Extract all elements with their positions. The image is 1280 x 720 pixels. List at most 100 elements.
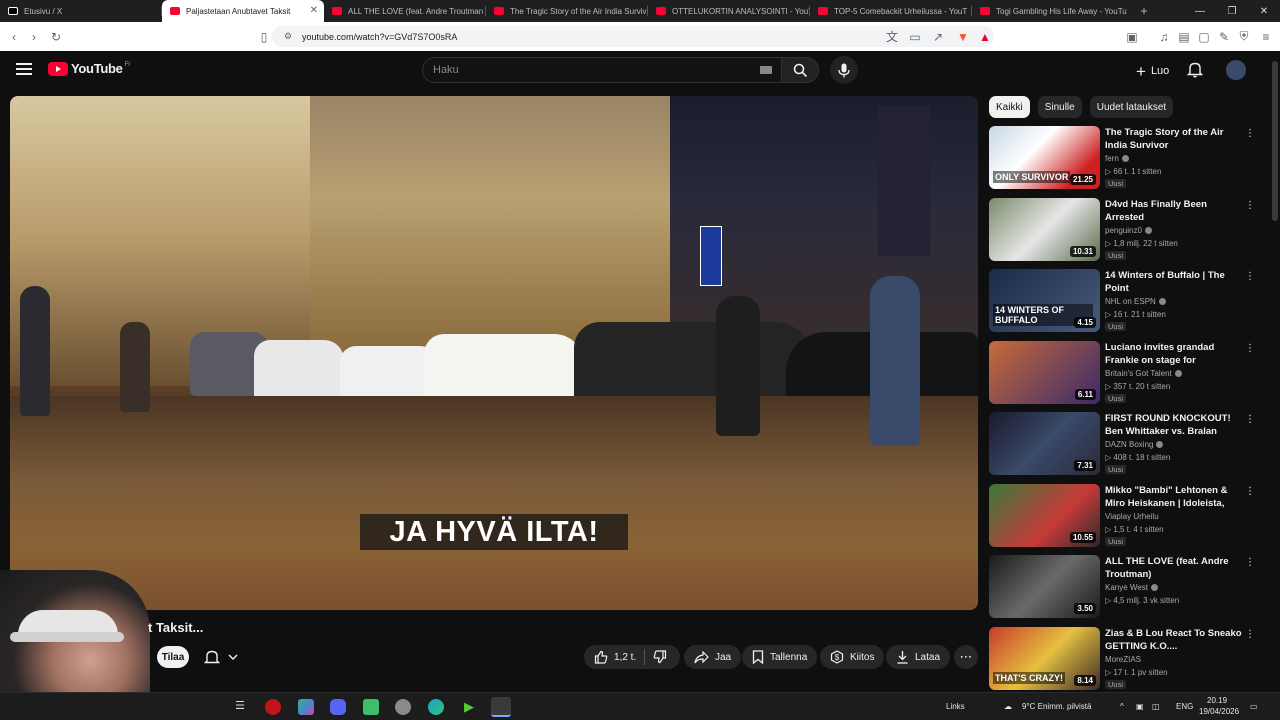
chip-for-you[interactable]: Sinulle bbox=[1037, 96, 1082, 118]
chip-new-uploads[interactable]: Uudet lataukset bbox=[1089, 96, 1174, 118]
browser-tab[interactable]: The Tragic Story of the Air India Surviv bbox=[486, 0, 648, 22]
back-icon[interactable]: ‹ bbox=[4, 27, 24, 47]
video-thumbnail[interactable]: 7.31 bbox=[989, 412, 1100, 475]
recommendation-title[interactable]: Mikko "Bambi" Lehtonen & Miro Heiskanen … bbox=[1105, 484, 1243, 510]
channel-name[interactable]: fern bbox=[1105, 154, 1129, 163]
recommendation-title[interactable]: Luciano invites grandad Frankie on stage… bbox=[1105, 341, 1243, 367]
weather-widget[interactable]: 9°C Enimm. pilvistä bbox=[1022, 702, 1091, 711]
channel-name[interactable]: MoreZIAS bbox=[1105, 655, 1141, 664]
notifications-icon[interactable] bbox=[1186, 60, 1206, 80]
maximize-icon[interactable]: ❐ bbox=[1216, 0, 1248, 22]
more-options-icon[interactable]: ⋮ bbox=[1245, 414, 1255, 425]
more-options-icon[interactable]: ⋮ bbox=[1245, 557, 1255, 568]
notification-settings-button[interactable] bbox=[196, 646, 244, 668]
vpn-icon[interactable]: ⛨ bbox=[1234, 27, 1254, 47]
search-button[interactable] bbox=[781, 57, 819, 83]
share-page-icon[interactable]: ↗ bbox=[928, 27, 948, 47]
video-thumbnail[interactable]: 10.31 bbox=[989, 197, 1100, 261]
clock-date[interactable]: 19/04/2026 bbox=[1199, 707, 1239, 716]
channel-name[interactable]: Kanye West bbox=[1105, 583, 1158, 592]
voice-search-button[interactable] bbox=[830, 56, 858, 84]
search-input[interactable]: Haku bbox=[422, 57, 785, 83]
more-options-icon[interactable]: ⋮ bbox=[1245, 486, 1255, 497]
share-button[interactable]: Jaa bbox=[684, 645, 742, 669]
keyboard-icon[interactable] bbox=[760, 66, 772, 74]
channel-name[interactable]: DAZN Boxing bbox=[1105, 440, 1164, 449]
brave-shield-icon[interactable]: ▼ bbox=[953, 27, 973, 47]
tray-chevron-icon[interactable]: ^ bbox=[1120, 702, 1124, 711]
more-actions-icon[interactable]: ⋯ bbox=[954, 645, 978, 669]
subscribe-button[interactable]: Tilaa bbox=[157, 646, 189, 668]
video-thumbnail[interactable]: THAT'S CRAZY! 8.14 bbox=[989, 626, 1100, 690]
recommendation-item[interactable]: THAT'S CRAZY! 8.14 Zias & B Lou React To S… bbox=[989, 626, 1257, 693]
video-thumbnail[interactable]: 14 WINTERS OF BUFFALO 4.15 bbox=[989, 269, 1100, 332]
site-info-icon[interactable]: ⚙ bbox=[284, 31, 293, 41]
browser-tab[interactable]: Etusivu / X bbox=[0, 0, 162, 22]
extensions-icon[interactable]: ✎ bbox=[1214, 27, 1234, 47]
bookmark-icon[interactable]: ▯ bbox=[254, 27, 274, 47]
menu-icon[interactable]: ≡ bbox=[1256, 27, 1276, 47]
video-thumbnail[interactable]: 3.50 bbox=[989, 555, 1100, 618]
links-toolbar[interactable]: Links bbox=[946, 702, 965, 711]
video-player[interactable]: JA HYVÄ ILTA! bbox=[10, 96, 978, 610]
more-options-icon[interactable]: ⋮ bbox=[1245, 343, 1255, 354]
video-thumbnail[interactable]: 6.11 bbox=[989, 340, 1100, 404]
thanks-button[interactable]: $ Kiitos bbox=[820, 645, 885, 669]
chip-all[interactable]: Kaikki bbox=[989, 96, 1030, 118]
recommendation-item[interactable]: 6.11 Luciano invites grandad Frankie on s… bbox=[989, 340, 1257, 407]
download-button[interactable]: Lataa bbox=[886, 645, 951, 669]
brave-rewards-icon[interactable]: ▲ bbox=[975, 27, 995, 47]
recommendation-item[interactable]: 3.50 ALL THE LOVE (feat. Andre Troutman) K… bbox=[989, 555, 1257, 621]
recommendation-title[interactable]: 14 Winters of Buffalo | The Point bbox=[1105, 269, 1243, 295]
brave-taskbar-icon[interactable] bbox=[491, 697, 511, 717]
video-thumbnail[interactable]: 10.55 bbox=[989, 483, 1100, 547]
app-icon[interactable] bbox=[298, 699, 314, 715]
browser-tab-active[interactable]: Paljastetaan Anubtavet Taksit ✕ bbox=[162, 0, 324, 22]
recommendation-title[interactable]: FIRST ROUND KNOCKOUT! Ben Whittaker vs. … bbox=[1105, 412, 1243, 438]
minimize-icon[interactable]: — bbox=[1184, 0, 1216, 22]
recommendation-title[interactable]: The Tragic Story of the Air India Surviv… bbox=[1105, 126, 1243, 152]
save-button[interactable]: Tallenna bbox=[742, 645, 818, 669]
channel-name[interactable]: Viaplay Urheilu bbox=[1105, 512, 1159, 521]
close-tab-icon[interactable]: ✕ bbox=[310, 5, 318, 16]
close-window-icon[interactable]: ✕ bbox=[1248, 0, 1280, 22]
network-icon[interactable]: ◫ bbox=[1152, 702, 1160, 711]
youtube-logo[interactable]: YouTube FI bbox=[48, 61, 130, 76]
channel-name[interactable]: NHL on ESPN bbox=[1105, 297, 1166, 306]
discord-icon[interactable] bbox=[330, 699, 346, 715]
media-player-icon[interactable]: ▶ bbox=[461, 699, 477, 715]
channel-name[interactable]: penguinz0 bbox=[1105, 226, 1152, 235]
recommendation-title[interactable]: Zias & B Lou React To Sneako GETTING K.O… bbox=[1105, 627, 1243, 653]
sidebar-toggle-icon[interactable]: ▣ bbox=[1122, 27, 1142, 47]
cast-icon[interactable]: ▭ bbox=[905, 27, 925, 47]
reading-list-icon[interactable]: ▤ bbox=[1174, 27, 1194, 47]
recommendation-item[interactable]: 10.55 Mikko "Bambi" Lehtonen & Miro Heisk… bbox=[989, 483, 1257, 550]
recommendation-item[interactable]: 7.31 FIRST ROUND KNOCKOUT! Ben Whittaker … bbox=[989, 412, 1257, 478]
clock-time[interactable]: 20.19 bbox=[1207, 696, 1227, 705]
browser-tab[interactable]: TOP-5 Comebackit Urheilussa - YouT bbox=[810, 0, 972, 22]
account-avatar[interactable] bbox=[1226, 60, 1246, 80]
wallet-icon[interactable]: ▢ bbox=[1194, 27, 1214, 47]
new-tab-button[interactable]: + bbox=[1134, 0, 1154, 22]
channel-name[interactable]: Britain's Got Talent bbox=[1105, 369, 1182, 378]
forward-icon[interactable]: › bbox=[24, 27, 44, 47]
recommendation-item[interactable]: 14 WINTERS OF BUFFALO 4.15 14 Winters of B… bbox=[989, 269, 1257, 335]
language-indicator[interactable]: ENG bbox=[1176, 702, 1193, 711]
chat-app-icon[interactable] bbox=[363, 699, 379, 715]
recommendation-item[interactable]: 10.31 D4vd Has Finally Been Arrested pengu… bbox=[989, 197, 1257, 264]
recommendation-item[interactable]: ONLY SURVIVOR 21.25 The Tragic Story of th… bbox=[989, 126, 1257, 192]
more-options-icon[interactable]: ⋮ bbox=[1245, 271, 1255, 282]
tray-icon[interactable]: ▣ bbox=[1136, 702, 1144, 711]
video-thumbnail[interactable]: ONLY SURVIVOR 21.25 bbox=[989, 126, 1100, 189]
recommendation-title[interactable]: D4vd Has Finally Been Arrested bbox=[1105, 198, 1243, 224]
page-scrollbar[interactable] bbox=[1270, 51, 1280, 691]
task-view-icon[interactable]: ☰ bbox=[232, 699, 248, 715]
more-options-icon[interactable]: ⋮ bbox=[1245, 128, 1255, 139]
media-icon[interactable]: ♫ bbox=[1154, 27, 1174, 47]
browser-tab[interactable]: OTTELUKORTIN ANALYSOINTI - YouT bbox=[648, 0, 810, 22]
guide-menu-icon[interactable] bbox=[16, 63, 32, 77]
more-options-icon[interactable]: ⋮ bbox=[1245, 200, 1255, 211]
scrollbar-thumb[interactable] bbox=[1272, 61, 1278, 221]
like-button[interactable]: 1,2 t. bbox=[594, 650, 636, 664]
dislike-button[interactable] bbox=[653, 650, 673, 664]
